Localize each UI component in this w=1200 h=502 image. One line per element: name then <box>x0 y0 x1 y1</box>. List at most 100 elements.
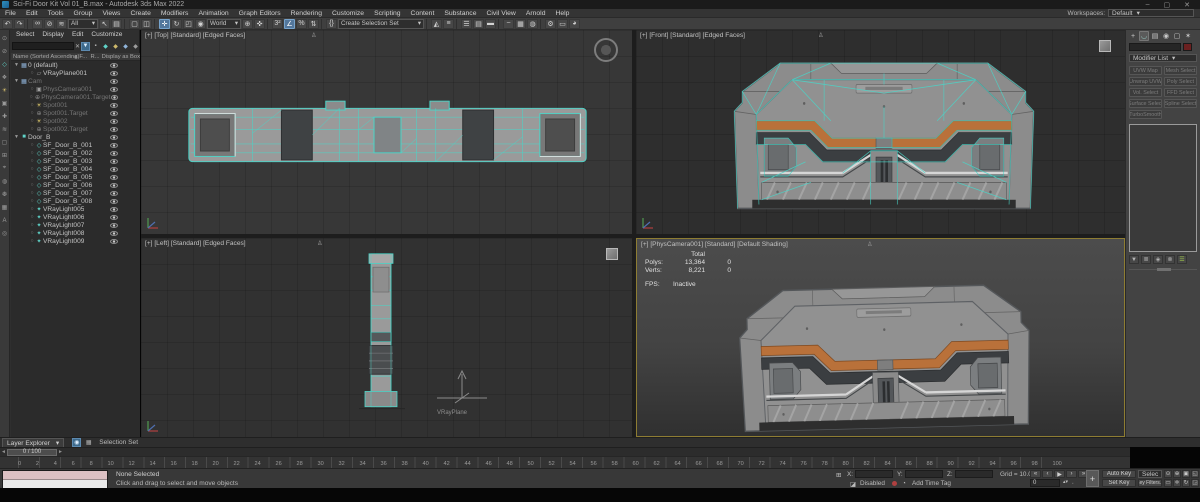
workspaces-dropdown[interactable]: Default ▾ <box>1108 9 1194 17</box>
track-bar[interactable]: 0 2 4 6 8 10 12 14 16 18 20 22 24 26 28 30 32 34 36 38 40 42 4… <box>0 456 1130 469</box>
named-selection-sets-dropdown[interactable]: Create Selection Set ▾ <box>338 18 424 29</box>
expand-arrow-icon[interactable]: ▼ <box>13 78 20 84</box>
top-view-door-model[interactable] <box>185 94 590 176</box>
time-slider-handle[interactable]: 0 / 100 <box>7 448 57 456</box>
visibility-eye-icon[interactable] <box>110 198 118 204</box>
tree-item-vrayplane001[interactable]: ○ ▱ VRayPlane001 <box>11 69 140 77</box>
undo-button[interactable]: ↶ <box>2 18 13 29</box>
selected-keys-dropdown[interactable]: Selected <box>1138 470 1162 478</box>
visibility-eye-icon[interactable] <box>110 230 118 236</box>
menu-substance[interactable]: Substance <box>439 10 481 17</box>
rectangular-selection-region-button[interactable]: ▢ <box>129 18 140 29</box>
tree-item-sf-door-b-004[interactable]: ○ ◇ SF_Door_B_004 <box>11 165 140 173</box>
display-hidden-icon[interactable]: ▦ <box>0 203 9 212</box>
set-key-button[interactable]: Set Key <box>1102 479 1136 487</box>
rendered-frame-window-button[interactable]: ▭ <box>557 18 568 29</box>
viewport-camera-label[interactable]: [+] [PhysCamera001] [Standard] [Default … <box>641 241 788 248</box>
viewcube[interactable] <box>606 248 618 260</box>
find-filter-icon[interactable]: ▼ <box>81 41 91 51</box>
selection-lock-icon[interactable]: ▦ <box>84 438 93 447</box>
create-key-button[interactable]: + <box>1086 470 1099 487</box>
pin-stack-icon[interactable]: ▼ <box>1129 255 1139 264</box>
explorer-menu-edit[interactable]: Edit <box>68 31 87 38</box>
select-and-move-button[interactable]: ✛ <box>159 18 170 29</box>
tree-item-sf-door-b-005[interactable]: ○ ◇ SF_Door_B_005 <box>11 173 140 181</box>
go-to-start-button[interactable]: « <box>1030 470 1041 478</box>
visibility-eye-icon[interactable] <box>110 94 119 100</box>
align-button[interactable]: ≡ <box>443 18 454 29</box>
display-shapes-icon[interactable]: ❖ <box>0 73 9 82</box>
person-icon[interactable]: ♙ <box>311 32 316 39</box>
select-and-scale-button[interactable]: ◰ <box>183 18 194 29</box>
zoom-region-button[interactable]: ▭ <box>1164 479 1172 487</box>
menu-content[interactable]: Content <box>406 10 440 17</box>
visibility-eye-icon[interactable] <box>110 206 118 212</box>
select-by-name-button[interactable]: ▤ <box>111 18 122 29</box>
visibility-eye-icon[interactable] <box>110 102 118 108</box>
tab-display[interactable]: ▢ <box>1172 31 1182 41</box>
modifier-button-surface-select[interactable]: Surface Select <box>1129 99 1162 108</box>
lock-explorer-icon[interactable]: ▪ <box>91 42 100 51</box>
visibility-eye-icon[interactable] <box>110 78 118 84</box>
tree-item-spot002[interactable]: ○ ☀ Spot002 <box>11 117 140 125</box>
visibility-eye-icon[interactable] <box>110 118 118 124</box>
tab-motion[interactable]: ◉ <box>1161 31 1171 41</box>
menu-create[interactable]: Create <box>125 10 155 17</box>
menu-tools[interactable]: Tools <box>43 10 69 17</box>
tree-item-vraylight005[interactable]: ○ ✦ VRayLight005 <box>11 205 140 213</box>
explorer-menu-display[interactable]: Display <box>38 31 68 38</box>
visibility-eye-icon[interactable] <box>110 214 118 220</box>
menu-modifiers[interactable]: Modifiers <box>156 10 194 17</box>
render-production-button[interactable]: ◕ <box>569 18 580 29</box>
expand-arrow-icon[interactable]: ▼ <box>13 134 20 140</box>
make-unique-icon[interactable]: ◈ <box>1153 255 1163 264</box>
menu-rendering[interactable]: Rendering <box>286 10 327 17</box>
select-and-place-button[interactable]: ◉ <box>195 18 206 29</box>
zoom-all-button[interactable]: ⊕ <box>1173 470 1181 478</box>
display-bones-icon[interactable]: ⌖ <box>0 164 9 173</box>
person-icon[interactable]: ♙ <box>867 241 872 248</box>
menu-customize[interactable]: Customize <box>327 10 369 17</box>
layer-explorer-tab[interactable]: Layer Explorer ▾ <box>2 437 65 448</box>
tree-item-physcamera001[interactable]: ○ ▣ PhysCamera001 <box>11 85 140 93</box>
visibility-eye-icon[interactable] <box>110 158 118 164</box>
key-filters-button[interactable]: Key Filters... <box>1138 479 1162 487</box>
tree-item-vraylight007[interactable]: ○ ✦ VRayLight007 <box>11 221 140 229</box>
tab-utilities[interactable]: ✶ <box>1183 31 1193 41</box>
tab-create[interactable]: + <box>1128 31 1138 41</box>
spinner-snap-toggle-button[interactable]: ⇅ <box>308 18 319 29</box>
modifier-button-poly-select[interactable]: Poly Select <box>1164 77 1197 86</box>
menu-scripting[interactable]: Scripting <box>369 10 405 17</box>
show-cameras-filter-icon[interactable]: ◆ <box>121 42 130 51</box>
configure-modifier-sets-icon[interactable]: ☰ <box>1177 255 1187 264</box>
zoom-button[interactable]: ⊙ <box>1164 470 1172 478</box>
show-end-result-icon[interactable]: ≣ <box>1141 255 1151 264</box>
tree-item-spot002-target[interactable]: ○ ⊕ Spot002.Target <box>11 125 140 133</box>
visibility-eye-icon[interactable] <box>110 238 118 244</box>
camera-view-door-model[interactable] <box>735 277 1035 437</box>
viewport-front-label[interactable]: [+] [Front] [Standard] [Edged Faces] <box>640 32 745 39</box>
maximize-button[interactable]: ▢ <box>1164 1 1171 9</box>
unlink-selection-button[interactable]: ⊘ <box>44 18 55 29</box>
menu-file[interactable]: File <box>0 10 21 17</box>
select-object-button[interactable]: ↖ <box>99 18 110 29</box>
display-lights-icon[interactable]: ☀ <box>0 86 9 95</box>
menu-animation[interactable]: Animation <box>193 10 233 17</box>
show-geometry-filter-icon[interactable]: ◆ <box>101 42 110 51</box>
tree-item-sf-door-b-008[interactable]: ○ ◇ SF_Door_B_008 <box>11 197 140 205</box>
modifier-button-uvw-map[interactable]: UVW Map <box>1129 66 1162 75</box>
previous-frame-button[interactable]: ‹ <box>1042 470 1053 478</box>
tree-item-spot001-target[interactable]: ○ ⊕ Spot001.Target <box>11 109 140 117</box>
menu-graph-editors[interactable]: Graph Editors <box>234 10 286 17</box>
visibility-eye-icon[interactable] <box>110 134 118 140</box>
visibility-eye-icon[interactable] <box>110 150 118 156</box>
visibility-eye-icon[interactable] <box>110 166 118 172</box>
display-groups-icon[interactable]: ▢ <box>0 138 9 147</box>
minimize-button[interactable]: – <box>1146 1 1150 9</box>
zoom-extents-all-button[interactable]: ◱ <box>1191 470 1199 478</box>
menu-civil-view[interactable]: Civil View <box>481 10 520 17</box>
object-name-field[interactable] <box>1129 43 1181 51</box>
schematic-view-button[interactable]: ▦ <box>515 18 526 29</box>
select-and-manipulate-button[interactable]: ✜ <box>254 18 265 29</box>
tab-hierarchy[interactable]: ▤ <box>1150 31 1160 41</box>
